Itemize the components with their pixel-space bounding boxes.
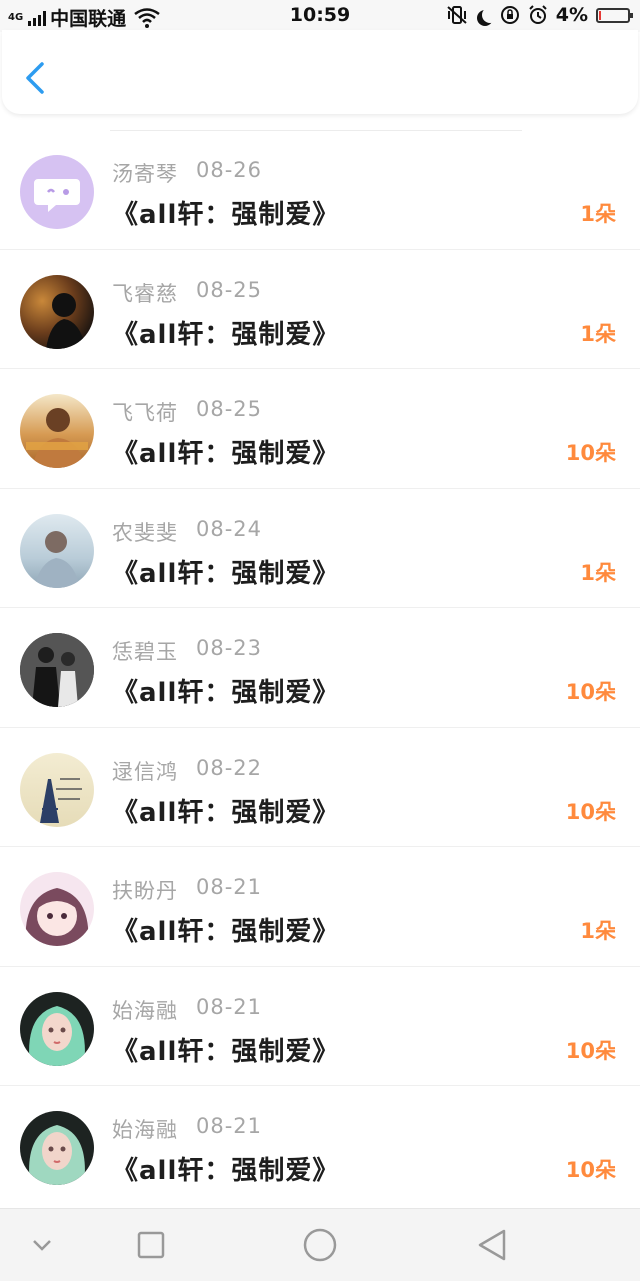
- book-title: 《all轩：强制爱》: [112, 917, 340, 947]
- record-meta: 汤寄琴 08-26: [112, 158, 262, 188]
- alarm-icon: [529, 5, 547, 24]
- flower-count: 1朵: [580, 202, 616, 226]
- chevron-down-icon: [33, 1240, 51, 1251]
- flower-count: 10朵: [565, 799, 616, 824]
- record-date: 08-21: [196, 994, 263, 1019]
- record-date: 08-26: [196, 158, 263, 182]
- list-item[interactable]: 恁碧玉 08-23 《all轩：强制爱》 10朵: [0, 608, 640, 728]
- flower-count: 10朵: [565, 441, 616, 465]
- home-button[interactable]: [300, 1227, 337, 1263]
- flower-count: 10朵: [565, 1158, 616, 1182]
- rotation-lock-icon: [500, 6, 519, 24]
- flower-count: 10朵: [565, 1038, 616, 1063]
- book-title: 《all轩：强制爱》: [112, 797, 340, 828]
- record-date: 08-22: [196, 755, 263, 780]
- user-name: 扶盼丹: [112, 879, 178, 903]
- gift-record-list: 汤寄琴 08-26 《all轩：强制爱》 1朵 飞睿慈 08-25 《all轩：…: [0, 130, 640, 1206]
- record-meta: 农斐斐 08-24: [112, 517, 262, 547]
- avatar[interactable]: [20, 394, 94, 468]
- system-nav-bar: [0, 1208, 640, 1281]
- list-item[interactable]: 扶盼丹 08-21 《all轩：强制爱》 1朵: [0, 847, 640, 967]
- avatar[interactable]: [20, 633, 94, 707]
- flower-count: 10朵: [565, 680, 616, 704]
- record-date: 08-24: [196, 516, 263, 541]
- book-title: 《all轩：强制爱》: [112, 558, 340, 589]
- avatar[interactable]: [20, 513, 94, 588]
- avatar[interactable]: [20, 872, 94, 946]
- header: [2, 30, 638, 114]
- record-meta: 逯信鸿 08-22: [112, 756, 262, 786]
- square-icon: [137, 1231, 165, 1259]
- record-date: 08-25: [196, 277, 263, 302]
- anime-girl-avatar: [25, 888, 89, 946]
- flower-count: 1朵: [580, 321, 616, 346]
- book-title: 《all轩：强制爱》: [112, 200, 340, 230]
- user-name: 农斐斐: [112, 520, 178, 545]
- flower-count: 1朵: [580, 560, 616, 585]
- user-name: 始海融: [112, 998, 178, 1023]
- chevron-left-icon: [26, 62, 44, 94]
- status-right: 4%: [446, 4, 633, 26]
- back-nav-button[interactable]: [474, 1227, 510, 1263]
- battery-icon: [596, 7, 633, 23]
- book-title: 《all轩：强制爱》: [112, 439, 340, 469]
- eiffel-tower-photo: [40, 777, 82, 823]
- record-date: 08-21: [196, 1114, 263, 1138]
- list-item[interactable]: 始海融 08-21 《all轩：强制爱》 10朵: [0, 967, 640, 1086]
- list-item[interactable]: 农斐斐 08-24 《all轩：强制爱》 1朵: [0, 489, 640, 608]
- status-bar: 4G 中国联通 10:59 4%: [0, 0, 640, 32]
- person-silhouette: [46, 292, 86, 349]
- list-item[interactable]: 始海融 08-21 《all轩：强制爱》 10朵: [0, 1086, 640, 1206]
- record-meta: 始海融 08-21: [112, 995, 262, 1025]
- user-name: 始海融: [112, 1118, 178, 1142]
- user-name: 汤寄琴: [112, 162, 178, 186]
- moon-icon: [482, 7, 498, 23]
- record-meta: 飞飞荷 08-25: [112, 397, 262, 427]
- record-date: 08-25: [196, 397, 263, 421]
- person-silhouette: [26, 408, 88, 468]
- avatar[interactable]: [20, 155, 94, 229]
- battery-percent: 4%: [555, 4, 588, 26]
- vibrate-off-icon: [447, 6, 467, 24]
- user-name: 飞睿慈: [112, 281, 178, 306]
- list-item[interactable]: 汤寄琴 08-26 《all轩：强制爱》 1朵: [0, 130, 640, 250]
- user-name: 恁碧玉: [112, 640, 178, 664]
- book-title: 《all轩：强制爱》: [112, 1156, 340, 1186]
- avatar[interactable]: [20, 752, 94, 827]
- avatar[interactable]: [20, 1111, 94, 1185]
- back-button[interactable]: [22, 60, 50, 96]
- avatar[interactable]: [20, 274, 94, 349]
- book-title: 《all轩：强制爱》: [112, 319, 340, 350]
- record-meta: 恁碧玉 08-23: [112, 636, 262, 666]
- record-meta: 飞睿慈 08-25: [112, 278, 262, 308]
- list-item[interactable]: 飞睿慈 08-25 《all轩：强制爱》 1朵: [0, 250, 640, 369]
- list-item[interactable]: 飞飞荷 08-25 《all轩：强制爱》 10朵: [0, 369, 640, 489]
- recents-button[interactable]: [133, 1227, 169, 1263]
- user-name: 逯信鸿: [112, 759, 178, 784]
- couple-photo: [20, 633, 94, 707]
- flower-count: 1朵: [580, 919, 616, 943]
- record-meta: 始海融 08-21: [112, 1114, 262, 1144]
- triangle-back-icon: [478, 1229, 506, 1261]
- record-date: 08-23: [196, 636, 263, 660]
- record-meta: 扶盼丹 08-21: [112, 875, 262, 905]
- circle-icon: [303, 1228, 337, 1262]
- book-title: 《all轩：强制爱》: [112, 1036, 340, 1067]
- hide-nav-button[interactable]: [24, 1227, 60, 1263]
- list-item[interactable]: 逯信鸿 08-22 《all轩：强制爱》 10朵: [0, 728, 640, 847]
- record-date: 08-21: [196, 875, 263, 899]
- illustrated-girl-avatar: [29, 1005, 85, 1066]
- user-name: 飞飞荷: [112, 401, 178, 425]
- avatar[interactable]: [20, 991, 94, 1066]
- book-title: 《all轩：强制爱》: [112, 678, 340, 708]
- chat-bubble-icon: [34, 179, 80, 212]
- person-silhouette: [34, 530, 80, 588]
- illustrated-girl-avatar: [29, 1125, 85, 1185]
